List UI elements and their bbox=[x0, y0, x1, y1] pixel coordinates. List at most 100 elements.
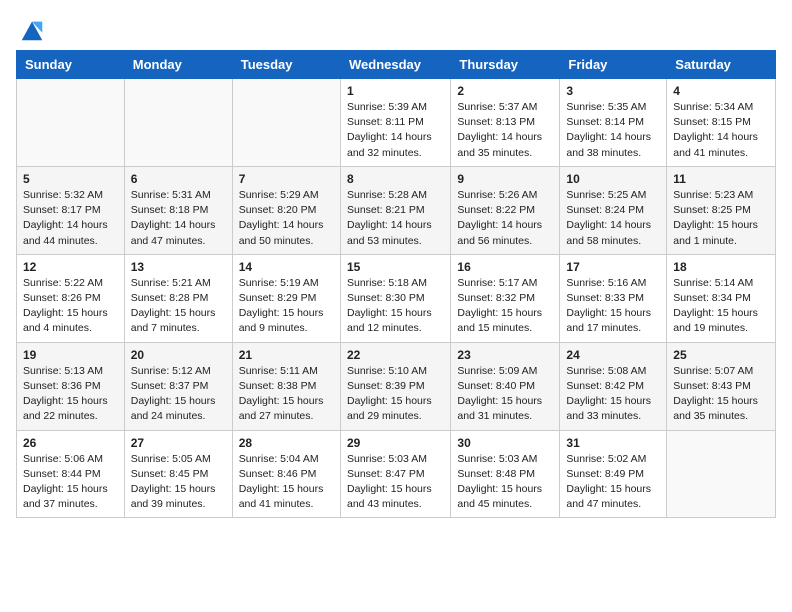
day-number: 23 bbox=[457, 348, 553, 362]
calendar-cell: 22 Sunrise: 5:10 AM Sunset: 8:39 PM Dayli… bbox=[340, 342, 450, 430]
day-info: Sunrise: 5:39 AM Sunset: 8:11 PM Dayligh… bbox=[347, 100, 444, 161]
calendar-week-row: 1 Sunrise: 5:39 AM Sunset: 8:11 PM Daylig… bbox=[17, 79, 776, 167]
day-info: Sunrise: 5:07 AM Sunset: 8:43 PM Dayligh… bbox=[673, 364, 769, 425]
calendar-cell bbox=[17, 79, 125, 167]
calendar-cell: 5 Sunrise: 5:32 AM Sunset: 8:17 PM Daylig… bbox=[17, 166, 125, 254]
calendar-week-row: 12Sunrise: 5:22 AM Sunset: 8:26 PM Dayli… bbox=[17, 254, 776, 342]
calendar-cell: 2 Sunrise: 5:37 AM Sunset: 8:13 PM Daylig… bbox=[451, 79, 560, 167]
calendar-header-row: SundayMondayTuesdayWednesdayThursdayFrid… bbox=[17, 51, 776, 79]
day-info: Sunrise: 5:29 AM Sunset: 8:20 PM Dayligh… bbox=[239, 188, 334, 249]
day-info: Sunrise: 5:03 AM Sunset: 8:48 PM Dayligh… bbox=[457, 452, 553, 513]
day-number: 11 bbox=[673, 172, 769, 186]
day-info: Sunrise: 5:35 AM Sunset: 8:14 PM Dayligh… bbox=[566, 100, 660, 161]
day-number: 26 bbox=[23, 436, 118, 450]
calendar-day-header: Thursday bbox=[451, 51, 560, 79]
day-number: 24 bbox=[566, 348, 660, 362]
calendar-day-header: Sunday bbox=[17, 51, 125, 79]
logo bbox=[16, 16, 46, 40]
day-number: 3 bbox=[566, 84, 660, 98]
calendar-cell bbox=[124, 79, 232, 167]
day-number: 28 bbox=[239, 436, 334, 450]
day-info: Sunrise: 5:17 AM Sunset: 8:32 PM Dayligh… bbox=[457, 276, 553, 337]
day-number: 7 bbox=[239, 172, 334, 186]
calendar-day-header: Tuesday bbox=[232, 51, 340, 79]
calendar-day-header: Wednesday bbox=[340, 51, 450, 79]
calendar-cell: 24 Sunrise: 5:08 AM Sunset: 8:42 PM Dayli… bbox=[560, 342, 667, 430]
calendar-day-header: Friday bbox=[560, 51, 667, 79]
day-number: 10 bbox=[566, 172, 660, 186]
calendar-cell: 23 Sunrise: 5:09 AM Sunset: 8:40 PM Dayli… bbox=[451, 342, 560, 430]
calendar-day-header: Saturday bbox=[667, 51, 776, 79]
calendar-week-row: 26 Sunrise: 5:06 AM Sunset: 8:44 PM Dayli… bbox=[17, 430, 776, 518]
day-info: Sunrise: 5:25 AM Sunset: 8:24 PM Dayligh… bbox=[566, 188, 660, 249]
day-info: Sunrise: 5:10 AM Sunset: 8:39 PM Dayligh… bbox=[347, 364, 444, 425]
day-info: Sunrise: 5:02 AM Sunset: 8:49 PM Dayligh… bbox=[566, 452, 660, 513]
calendar-cell: 14 Sunrise: 5:19 AM Sunset: 8:29 PM Dayli… bbox=[232, 254, 340, 342]
day-info: Sunrise: 5:18 AM Sunset: 8:30 PM Dayligh… bbox=[347, 276, 444, 337]
day-number: 21 bbox=[239, 348, 334, 362]
calendar-cell: 20Sunrise: 5:12 AM Sunset: 8:37 PM Dayli… bbox=[124, 342, 232, 430]
calendar-cell: 18Sunrise: 5:14 AM Sunset: 8:34 PM Dayli… bbox=[667, 254, 776, 342]
day-info: Sunrise: 5:32 AM Sunset: 8:17 PM Dayligh… bbox=[23, 188, 118, 249]
calendar-cell: 30 Sunrise: 5:03 AM Sunset: 8:48 PM Dayli… bbox=[451, 430, 560, 518]
day-info: Sunrise: 5:34 AM Sunset: 8:15 PM Dayligh… bbox=[673, 100, 769, 161]
day-info: Sunrise: 5:31 AM Sunset: 8:18 PM Dayligh… bbox=[131, 188, 226, 249]
day-number: 19 bbox=[23, 348, 118, 362]
day-info: Sunrise: 5:21 AM Sunset: 8:28 PM Dayligh… bbox=[131, 276, 226, 337]
day-number: 31 bbox=[566, 436, 660, 450]
calendar-week-row: 5 Sunrise: 5:32 AM Sunset: 8:17 PM Daylig… bbox=[17, 166, 776, 254]
day-info: Sunrise: 5:22 AM Sunset: 8:26 PM Dayligh… bbox=[23, 276, 118, 337]
day-number: 17 bbox=[566, 260, 660, 274]
calendar-cell: 12Sunrise: 5:22 AM Sunset: 8:26 PM Dayli… bbox=[17, 254, 125, 342]
day-info: Sunrise: 5:19 AM Sunset: 8:29 PM Dayligh… bbox=[239, 276, 334, 337]
day-info: Sunrise: 5:16 AM Sunset: 8:33 PM Dayligh… bbox=[566, 276, 660, 337]
day-number: 14 bbox=[239, 260, 334, 274]
day-number: 8 bbox=[347, 172, 444, 186]
calendar-cell: 19 Sunrise: 5:13 AM Sunset: 8:36 PM Dayli… bbox=[17, 342, 125, 430]
calendar-cell: 17 Sunrise: 5:16 AM Sunset: 8:33 PM Dayli… bbox=[560, 254, 667, 342]
calendar-cell: 27 Sunrise: 5:05 AM Sunset: 8:45 PM Dayli… bbox=[124, 430, 232, 518]
calendar-cell: 9Sunrise: 5:26 AM Sunset: 8:22 PM Daylig… bbox=[451, 166, 560, 254]
day-info: Sunrise: 5:05 AM Sunset: 8:45 PM Dayligh… bbox=[131, 452, 226, 513]
calendar-cell bbox=[667, 430, 776, 518]
calendar-cell: 31 Sunrise: 5:02 AM Sunset: 8:49 PM Dayli… bbox=[560, 430, 667, 518]
day-info: Sunrise: 5:28 AM Sunset: 8:21 PM Dayligh… bbox=[347, 188, 444, 249]
calendar-cell: 13 Sunrise: 5:21 AM Sunset: 8:28 PM Dayli… bbox=[124, 254, 232, 342]
calendar-day-header: Monday bbox=[124, 51, 232, 79]
calendar-cell: 25 Sunrise: 5:07 AM Sunset: 8:43 PM Dayli… bbox=[667, 342, 776, 430]
logo-icon bbox=[18, 16, 46, 44]
day-info: Sunrise: 5:09 AM Sunset: 8:40 PM Dayligh… bbox=[457, 364, 553, 425]
day-number: 5 bbox=[23, 172, 118, 186]
day-number: 6 bbox=[131, 172, 226, 186]
calendar-cell: 10 Sunrise: 5:25 AM Sunset: 8:24 PM Dayli… bbox=[560, 166, 667, 254]
day-info: Sunrise: 5:23 AM Sunset: 8:25 PM Dayligh… bbox=[673, 188, 769, 249]
calendar-cell: 6 Sunrise: 5:31 AM Sunset: 8:18 PM Daylig… bbox=[124, 166, 232, 254]
day-number: 4 bbox=[673, 84, 769, 98]
day-info: Sunrise: 5:12 AM Sunset: 8:37 PM Dayligh… bbox=[131, 364, 226, 425]
day-number: 2 bbox=[457, 84, 553, 98]
calendar-cell: 16 Sunrise: 5:17 AM Sunset: 8:32 PM Dayli… bbox=[451, 254, 560, 342]
day-number: 18 bbox=[673, 260, 769, 274]
calendar-cell: 26 Sunrise: 5:06 AM Sunset: 8:44 PM Dayli… bbox=[17, 430, 125, 518]
day-number: 22 bbox=[347, 348, 444, 362]
day-number: 27 bbox=[131, 436, 226, 450]
calendar-cell: 29Sunrise: 5:03 AM Sunset: 8:47 PM Dayli… bbox=[340, 430, 450, 518]
calendar-cell: 4 Sunrise: 5:34 AM Sunset: 8:15 PM Daylig… bbox=[667, 79, 776, 167]
day-number: 13 bbox=[131, 260, 226, 274]
day-number: 25 bbox=[673, 348, 769, 362]
calendar-cell: 7 Sunrise: 5:29 AM Sunset: 8:20 PM Daylig… bbox=[232, 166, 340, 254]
day-number: 1 bbox=[347, 84, 444, 98]
day-info: Sunrise: 5:13 AM Sunset: 8:36 PM Dayligh… bbox=[23, 364, 118, 425]
calendar-cell: 28Sunrise: 5:04 AM Sunset: 8:46 PM Dayli… bbox=[232, 430, 340, 518]
calendar-cell: 8 Sunrise: 5:28 AM Sunset: 8:21 PM Daylig… bbox=[340, 166, 450, 254]
day-info: Sunrise: 5:37 AM Sunset: 8:13 PM Dayligh… bbox=[457, 100, 553, 161]
day-info: Sunrise: 5:06 AM Sunset: 8:44 PM Dayligh… bbox=[23, 452, 118, 513]
day-info: Sunrise: 5:11 AM Sunset: 8:38 PM Dayligh… bbox=[239, 364, 334, 425]
day-info: Sunrise: 5:08 AM Sunset: 8:42 PM Dayligh… bbox=[566, 364, 660, 425]
day-number: 30 bbox=[457, 436, 553, 450]
calendar-week-row: 19 Sunrise: 5:13 AM Sunset: 8:36 PM Dayli… bbox=[17, 342, 776, 430]
calendar-cell: 21 Sunrise: 5:11 AM Sunset: 8:38 PM Dayli… bbox=[232, 342, 340, 430]
day-number: 16 bbox=[457, 260, 553, 274]
day-info: Sunrise: 5:03 AM Sunset: 8:47 PM Dayligh… bbox=[347, 452, 444, 513]
day-number: 15 bbox=[347, 260, 444, 274]
